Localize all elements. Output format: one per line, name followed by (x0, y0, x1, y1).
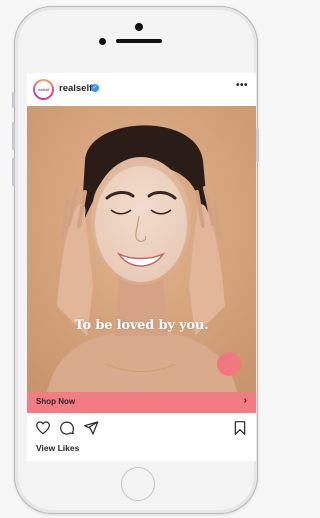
power-button (256, 128, 259, 162)
post-image[interactable]: To be loved by you. (27, 106, 256, 392)
comment-icon[interactable] (59, 420, 75, 436)
portrait-illustration (27, 106, 256, 392)
pink-circle-decoration (217, 352, 241, 376)
avatar-logo-text: realself (35, 81, 52, 98)
username[interactable]: realself (59, 83, 92, 94)
volume-down-button (12, 158, 15, 186)
send-icon[interactable] (83, 420, 99, 436)
avatar[interactable]: realself (33, 79, 54, 100)
heart-icon[interactable] (35, 420, 51, 436)
front-sensor (135, 23, 143, 31)
more-options-icon[interactable]: ••• (236, 80, 248, 91)
volume-up-button (12, 122, 15, 150)
chevron-right-icon: › (243, 395, 247, 406)
shop-now-bar[interactable]: Shop Now › (27, 392, 256, 413)
post-header: realself realself ✓ ••• (27, 73, 256, 106)
verified-badge-icon: ✓ (91, 84, 99, 92)
bookmark-icon[interactable] (232, 420, 248, 436)
front-camera (99, 38, 106, 45)
view-likes-link[interactable]: View Likes (36, 443, 79, 453)
mute-switch (12, 92, 15, 108)
action-bar (27, 416, 256, 440)
home-button[interactable] (121, 467, 155, 501)
shop-now-label: Shop Now (36, 397, 76, 406)
instagram-post: realself realself ✓ ••• To be loved by y… (27, 73, 256, 461)
speaker-grille (116, 39, 162, 43)
image-caption: To be loved by you. (74, 318, 209, 333)
